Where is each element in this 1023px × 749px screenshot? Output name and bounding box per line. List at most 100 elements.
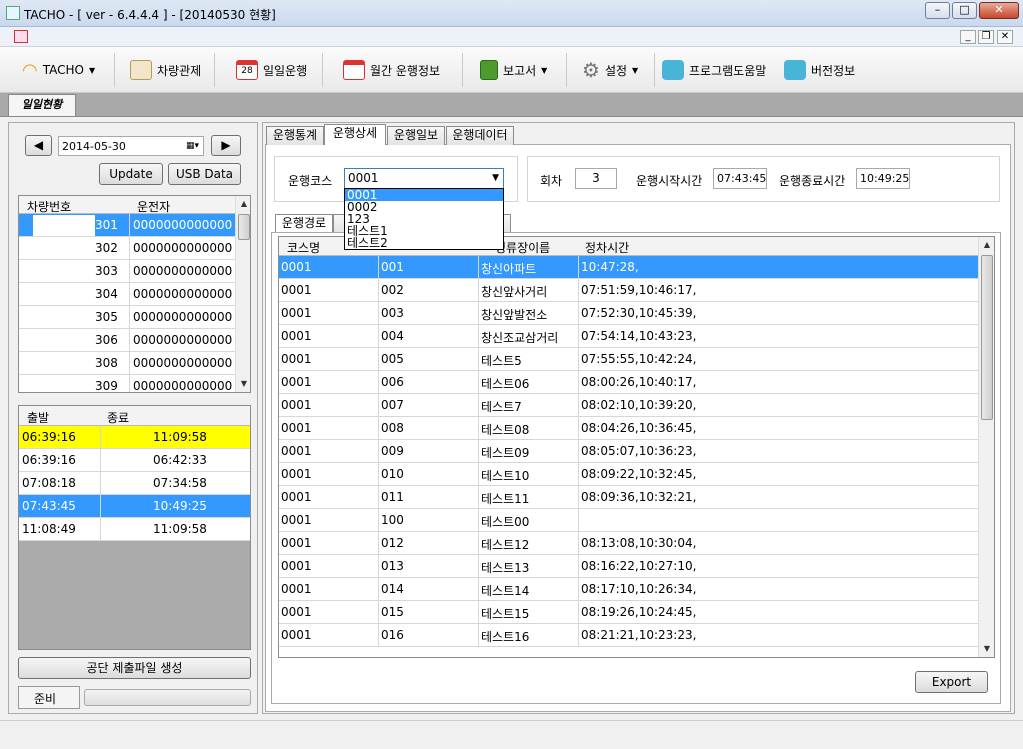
course-select[interactable]: 0001 ▼ (344, 168, 504, 189)
table-row[interactable]: 0001 015 테스트15 08:19:26,10:24:45, (279, 601, 978, 624)
scroll-down-icon[interactable]: ▼ (236, 376, 250, 392)
table-row[interactable]: 0001 100 테스트00 (279, 509, 978, 532)
cell-divider (100, 472, 101, 494)
close-button[interactable]: ✕ (979, 2, 1019, 19)
minimize-button[interactable]: – (925, 2, 950, 19)
cell-divider (378, 394, 379, 416)
tab-run-daily[interactable]: 운행일보 (387, 126, 445, 145)
next-date-button[interactable]: ▶ (211, 135, 241, 156)
course-dropdown-list[interactable]: 0001 0002 123 테스트1 테스트2 (344, 188, 504, 250)
table-row[interactable]: 0001 012 테스트12 08:13:08,10:30:04, (279, 532, 978, 555)
tab-run-route[interactable]: 운행경로 (275, 214, 333, 233)
table-row[interactable]: 0001 005 테스트5 07:55:55,10:42:24, (279, 348, 978, 371)
cell-divider (478, 325, 479, 347)
stop-no-cell: 007 (381, 398, 404, 412)
scroll-down-icon[interactable]: ▼ (979, 641, 994, 657)
daily-run-button[interactable]: 28 일일운행 (232, 47, 311, 93)
monthly-info-button[interactable]: 월간 운행정보 (339, 47, 444, 93)
stop-no-cell: 001 (381, 260, 404, 274)
table-row[interactable]: 305 00000000000006,.. (19, 306, 235, 329)
tacho-menu-button[interactable]: ◠ TACHO ▼ (18, 47, 99, 93)
tab-daily-status[interactable]: 일일현황 (8, 94, 76, 116)
gear-icon: ⚙ (582, 58, 600, 82)
table-row[interactable]: 0001 016 테스트16 08:21:21,10:23:23, (279, 624, 978, 647)
stop-name-cell: 창신앞발전소 (481, 308, 548, 322)
scroll-up-icon[interactable]: ▲ (979, 237, 994, 253)
table-row[interactable]: 306 00000000000006,.. (19, 329, 235, 352)
app-icon (6, 6, 20, 20)
round-field[interactable]: 3 (575, 168, 617, 189)
table-row[interactable]: 309 00000000000006,.. (19, 375, 235, 393)
end-time-cell: 10:49:25 (153, 499, 207, 513)
cell-divider (129, 375, 130, 392)
export-button[interactable]: Export (915, 671, 988, 693)
stop-name-cell: 테스트12 (481, 538, 530, 552)
mdi-close-button[interactable]: ✕ (997, 30, 1013, 44)
route-scrollbar[interactable]: ▲ ▼ (978, 237, 994, 657)
report-menu-button[interactable]: 보고서 ▼ (476, 47, 551, 93)
cell-divider (378, 532, 379, 554)
mdi-restore-button[interactable]: ❐ (978, 30, 994, 44)
scroll-up-icon[interactable]: ▲ (236, 196, 250, 212)
table-row[interactable]: 302 00000000000006,.. (19, 237, 235, 260)
table-row[interactable]: 06:39:16 06:42:33 (19, 449, 250, 472)
start-time-cell: 06:39:16 (22, 430, 76, 444)
table-row[interactable]: 0001 010 테스트10 08:09:22,10:32:45, (279, 463, 978, 486)
table-row[interactable]: 0001 009 테스트09 08:05:07,10:36:23, (279, 440, 978, 463)
end-time-field[interactable]: 10:49:25 (856, 168, 910, 189)
table-row[interactable]: 301 00000000000006,.. (19, 214, 235, 237)
tab-run-data[interactable]: 운행데이터 (446, 126, 514, 145)
settings-menu-button[interactable]: ⚙ 설정 ▼ (578, 47, 642, 93)
table-row[interactable]: 0001 006 테스트06 08:00:26,10:40:17, (279, 371, 978, 394)
table-row[interactable]: 0001 011 테스트11 08:09:36,10:32:21, (279, 486, 978, 509)
stop-no-cell: 014 (381, 582, 404, 596)
col-end: 종료 (107, 411, 130, 425)
usb-data-button[interactable]: USB Data (168, 163, 241, 185)
chevron-down-icon[interactable]: ▼ (492, 169, 499, 188)
table-row[interactable]: 11:08:49 11:09:58 (19, 518, 250, 541)
program-help-button[interactable]: 프로그램도움말 (658, 47, 770, 93)
prev-date-button[interactable]: ◀ (25, 135, 52, 156)
tab-run-statistics[interactable]: 운행통계 (266, 126, 324, 145)
table-row[interactable]: 0001 008 테스트08 08:04:26,10:36:45, (279, 417, 978, 440)
cell-divider (378, 371, 379, 393)
table-row[interactable]: 308 00000000000006,.. (19, 352, 235, 375)
table-row[interactable]: 06:39:16 11:09:58 (19, 426, 250, 449)
cell-divider (378, 624, 379, 646)
vehicle-control-button[interactable]: 차량관제 (126, 47, 205, 93)
cell-divider (378, 555, 379, 577)
table-row[interactable]: 0001 002 창신앞사거리 07:51:59,10:46:17, (279, 279, 978, 302)
maximize-button[interactable]: □ (952, 2, 977, 19)
vehicle-no-cell: 303 (95, 264, 118, 278)
masked-plate (33, 376, 95, 392)
table-row[interactable]: 0001 004 창신조교삼거리 07:54:14,10:43:23, (279, 325, 978, 348)
table-row[interactable]: 0001 003 창신앞발전소 07:52:30,10:45:39, (279, 302, 978, 325)
tab-run-detail[interactable]: 운행상세 (324, 124, 386, 145)
scroll-thumb[interactable] (981, 255, 993, 420)
table-row[interactable]: 07:43:45 10:49:25 (19, 495, 250, 518)
table-row[interactable]: 303 00000000000006,.. (19, 260, 235, 283)
table-row[interactable]: 304 00000000000006,.. (19, 283, 235, 306)
table-row[interactable]: 0001 014 테스트14 08:17:10,10:26:34, (279, 578, 978, 601)
vehicle-grid: 차량번호 운전자 301 00000000000006,.. 302 00000000… (18, 195, 251, 393)
stop-no-cell: 015 (381, 605, 404, 619)
table-row[interactable]: 0001 007 테스트7 08:02:10,10:39:20, (279, 394, 978, 417)
driver-cell: 00000000000006,.. (133, 379, 233, 393)
round-label: 회차 (540, 174, 563, 188)
table-row[interactable]: 0001 001 창신아파트 10:47:28, (279, 256, 978, 279)
course-option[interactable]: 테스트2 (345, 237, 503, 249)
date-picker[interactable]: 2014-05-30 ▦▾ (58, 136, 204, 156)
generate-file-button[interactable]: 공단 제출파일 생성 (18, 657, 251, 679)
version-info-button[interactable]: 버전정보 (780, 47, 859, 93)
scroll-thumb[interactable] (238, 214, 250, 240)
mdi-minimize-button[interactable]: _ (960, 30, 976, 44)
report-label: 보고서 (503, 63, 537, 78)
vehicle-scrollbar[interactable]: ▲ ▼ (235, 196, 250, 392)
cell-divider (378, 509, 379, 531)
table-row[interactable]: 07:08:18 07:34:58 (19, 472, 250, 495)
map-icon (130, 60, 152, 80)
start-time-field[interactable]: 07:43:45 (713, 168, 767, 189)
update-button[interactable]: Update (99, 163, 163, 185)
table-row[interactable]: 0001 013 테스트13 08:16:22,10:27:10, (279, 555, 978, 578)
separator (114, 53, 115, 87)
